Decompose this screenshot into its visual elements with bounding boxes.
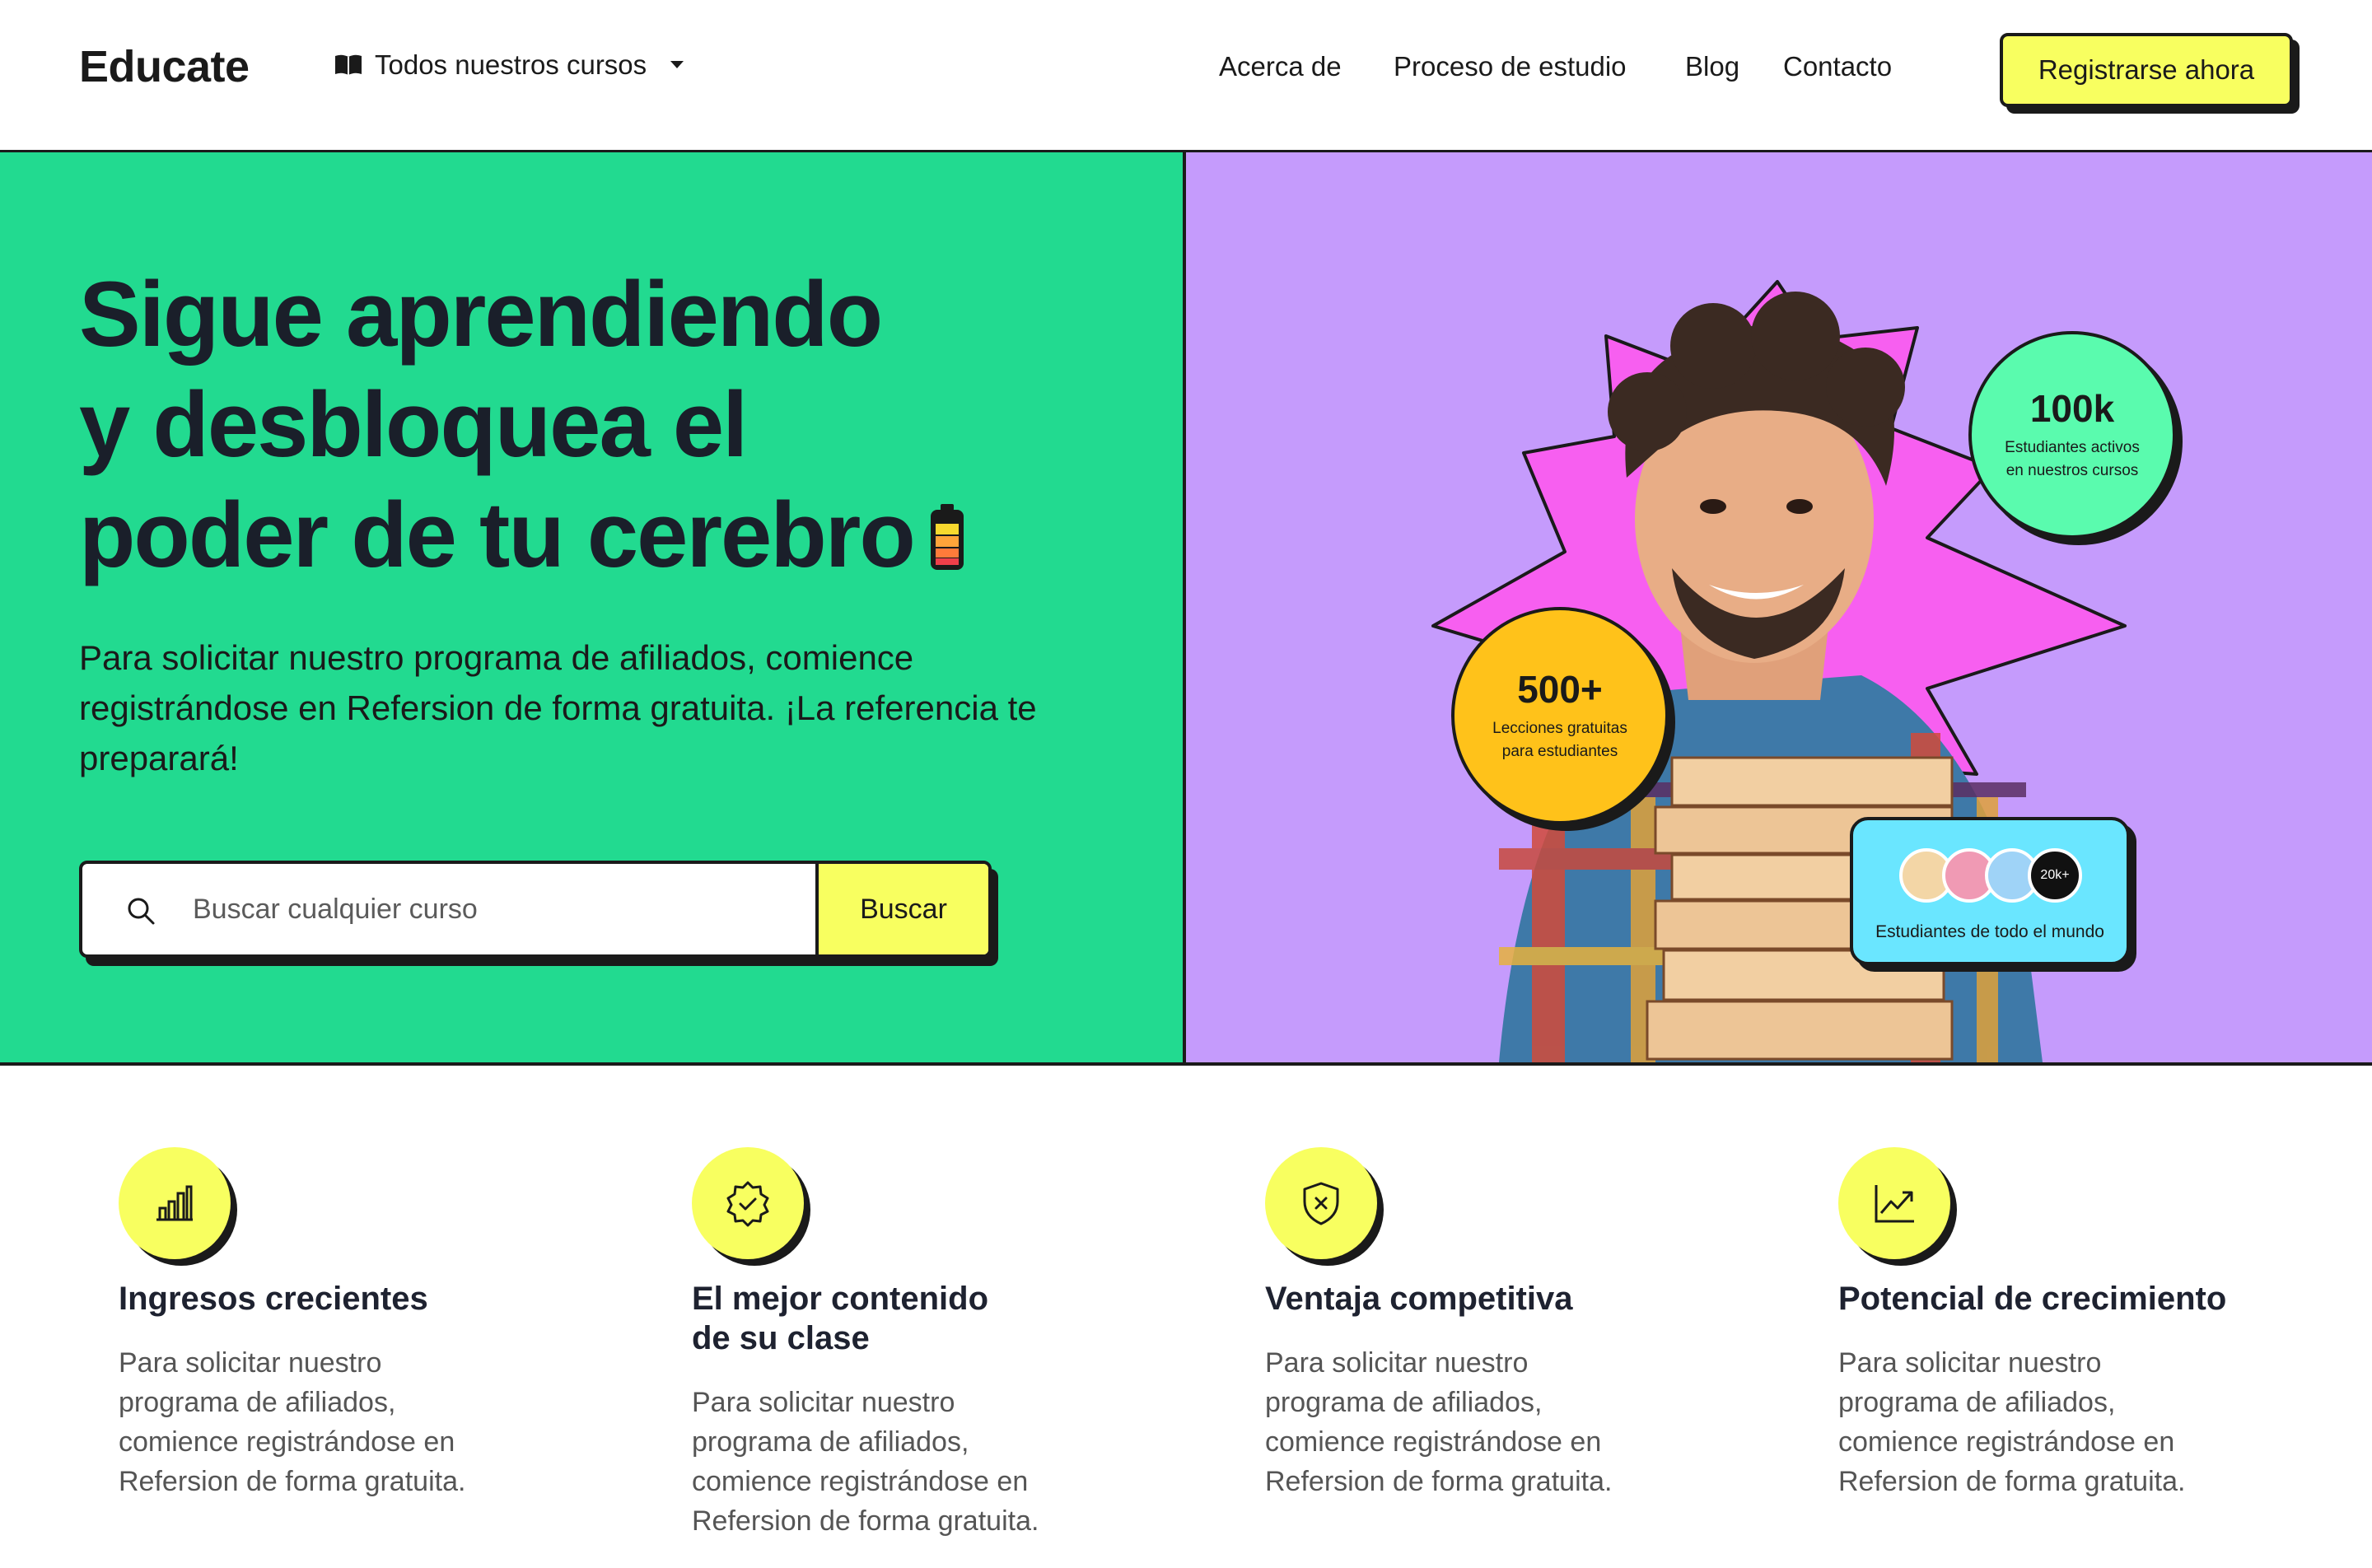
hero-title-line-1: Sigue aprendiendo <box>79 263 883 366</box>
trending-up-icon <box>1875 1185 1914 1223</box>
battery-icon <box>930 504 964 570</box>
hero-divider <box>1183 152 1186 1065</box>
courses-dropdown[interactable]: Todos nuestros cursos <box>334 49 684 81</box>
hero-title: Sigue aprendiendo y desbloquea el poder … <box>79 259 1109 590</box>
nav-link-blog[interactable]: Blog <box>1685 51 1739 82</box>
search-input[interactable] <box>193 864 885 954</box>
book-icon <box>335 54 362 75</box>
nav-link-about[interactable]: Acerca de <box>1219 51 1342 82</box>
logo[interactable]: Educate <box>79 41 250 92</box>
avatar-count: 20k+ <box>2028 848 2082 903</box>
free-lessons-value: 500+ <box>1517 668 1603 711</box>
hero-subtitle: Para solicitar nuestro programa de afili… <box>79 638 1037 777</box>
feature-title: Potencial de crecimiento <box>1838 1281 2227 1317</box>
world-students-label: Estudiantes de todo el mundo <box>1875 922 2104 941</box>
feature-description: Para solicitar nuestro programa de afili… <box>1265 1347 1613 1497</box>
course-search-form: Buscar <box>79 861 992 958</box>
feature-title: El mejor contenido de su clase <box>692 1281 989 1356</box>
site-header: Educate Todos nuestros cursos Acerca de … <box>0 0 2372 152</box>
feature-title: Ventaja competitiva <box>1265 1281 1573 1317</box>
world-students-card: 20k+ Estudiantes de todo el mundo <box>1850 817 2130 965</box>
shield-x-icon <box>1303 1182 1339 1225</box>
active-students-badge: 100k Estudiantes activos en nuestros cur… <box>1968 331 2176 539</box>
chevron-down-icon <box>670 61 684 68</box>
nav-link-study-process[interactable]: Proceso de estudio <box>1394 51 1627 82</box>
register-button[interactable]: Registrarse ahora <box>2000 33 2293 107</box>
search-button[interactable]: Buscar <box>815 864 988 954</box>
courses-dropdown-label: Todos nuestros cursos <box>375 49 647 80</box>
active-students-value: 100k <box>2029 387 2115 430</box>
feature-description: Para solicitar nuestro programa de afili… <box>119 1347 466 1497</box>
feature-icon-circle <box>119 1147 231 1259</box>
verified-badge-icon <box>726 1181 769 1227</box>
hero-title-line-2: y desbloquea el <box>79 373 748 476</box>
hero-bottom-border <box>0 1062 2372 1066</box>
feature-icon-circle <box>692 1147 804 1259</box>
search-icon <box>128 898 155 925</box>
free-lessons-label: Lecciones gratuitas para estudiantes <box>1492 720 1627 760</box>
feature-icon-circle <box>1838 1147 1950 1259</box>
hero-title-line-3: poder de tu cerebro <box>79 483 916 586</box>
active-students-label: Estudiantes activos en nuestros cursos <box>2005 439 2140 479</box>
feature-title: Ingresos crecientes <box>119 1281 428 1317</box>
feature-icon-circle <box>1265 1147 1377 1259</box>
bar-chart-icon <box>156 1185 193 1221</box>
feature-description: Para solicitar nuestro programa de afili… <box>692 1387 1039 1537</box>
student-avatars: 20k+ <box>1899 848 2082 903</box>
feature-description: Para solicitar nuestro programa de afili… <box>1838 1347 2186 1497</box>
nav-link-contact[interactable]: Contacto <box>1783 51 1892 82</box>
free-lessons-badge: 500+ Lecciones gratuitas para estudiante… <box>1451 607 1669 824</box>
